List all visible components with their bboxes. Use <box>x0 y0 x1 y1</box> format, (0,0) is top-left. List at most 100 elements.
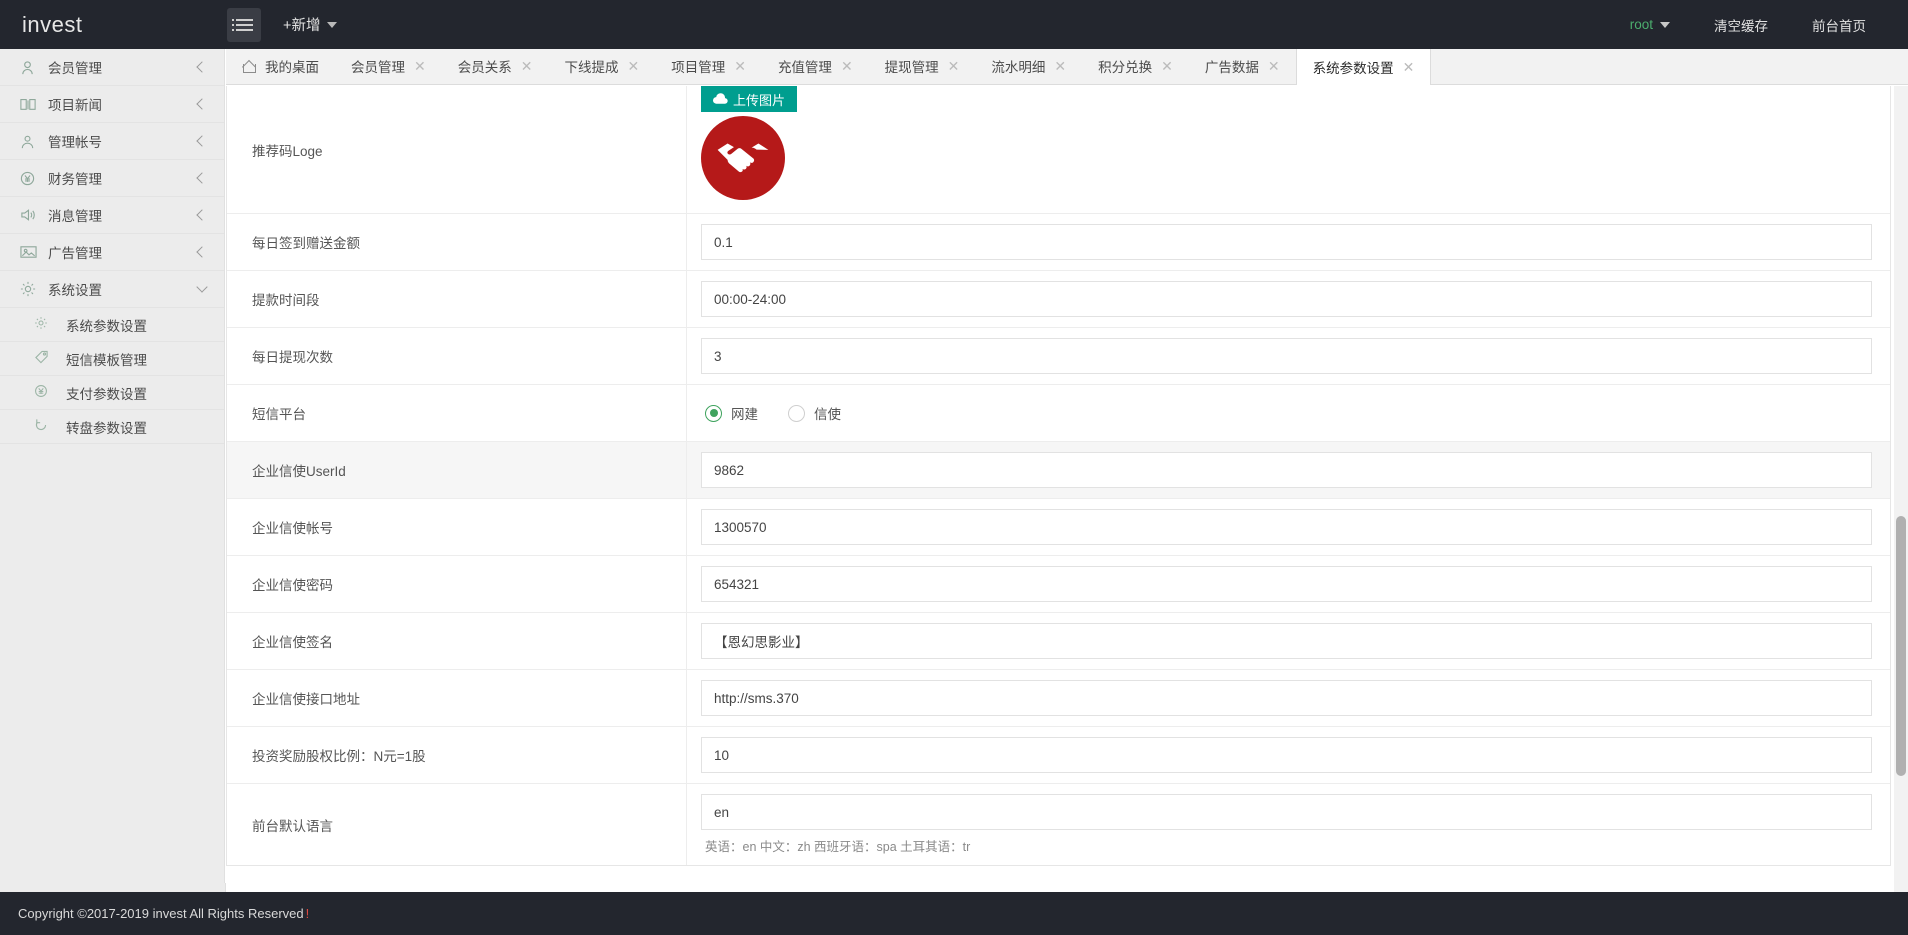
close-icon[interactable]: ✕ <box>948 59 960 73</box>
tab-label: 下线提成 <box>564 56 618 76</box>
form-value: 网建 信使 <box>687 385 1890 441</box>
form-row-referral-logo: 推荐码Loge 上传图片 <box>227 86 1890 214</box>
tab-recharge-management[interactable]: 充值管理 ✕ <box>762 48 869 84</box>
sidebar-item-label: 消息管理 <box>42 205 198 225</box>
tab-system-params-settings[interactable]: 系统参数设置 ✕ <box>1296 48 1432 85</box>
tag-icon <box>34 350 58 367</box>
settings-form: 推荐码Loge 上传图片 <box>226 86 1891 866</box>
upload-image-button[interactable]: 上传图片 <box>701 86 797 112</box>
yuan-circle-icon <box>20 171 42 186</box>
sidebar-item-label: 会员管理 <box>42 57 198 77</box>
sidebar-nav: 会员管理 项目新闻 管理帐号 财务管理 <box>0 49 225 892</box>
sidebar-subitem-wheel-params[interactable]: 转盘参数设置 <box>0 410 224 444</box>
book-icon <box>20 97 42 111</box>
form-row-equity-ratio: 投资奖励股权比例：N元=1股 <box>227 727 1890 784</box>
page-footer: Copyright ©2017-2019 invest All Rights R… <box>0 892 1908 935</box>
user-circle-icon <box>20 134 42 149</box>
sidebar-subitem-system-params[interactable]: 系统参数设置 <box>0 308 224 342</box>
form-value <box>687 499 1890 555</box>
chevron-down-icon <box>196 281 207 292</box>
sms-userid-input[interactable] <box>701 452 1872 488</box>
form-row-sms-password: 企业信使密码 <box>227 556 1890 613</box>
sidebar-item-label: 管理帐号 <box>42 131 198 151</box>
close-icon[interactable]: ✕ <box>627 59 639 73</box>
close-icon[interactable]: ✕ <box>1054 59 1066 73</box>
daily-withdraw-count-input[interactable] <box>701 338 1872 374</box>
gear-icon <box>20 281 42 297</box>
footer-accent-mark: ! <box>306 906 310 921</box>
form-row-sms-account: 企业信使帐号 <box>227 499 1890 556</box>
tab-project-management[interactable]: 项目管理 ✕ <box>655 48 762 84</box>
form-value <box>687 328 1890 384</box>
user-name-label: root <box>1630 17 1653 32</box>
sidebar-subitem-label: 支付参数设置 <box>58 383 147 403</box>
tab-withdraw-management[interactable]: 提现管理 ✕ <box>869 48 976 84</box>
close-icon[interactable]: ✕ <box>841 59 853 73</box>
form-row-withdraw-time-range: 提款时间段 <box>227 271 1890 328</box>
form-label: 投资奖励股权比例：N元=1股 <box>227 727 687 783</box>
sidebar-item-admin-account[interactable]: 管理帐号 <box>0 123 224 160</box>
sms-platform-option-wangjian[interactable]: 网建 <box>705 403 758 423</box>
form-label: 企业信使签名 <box>227 613 687 669</box>
sms-password-input[interactable] <box>701 566 1872 602</box>
default-language-input[interactable] <box>701 794 1872 830</box>
equity-ratio-input[interactable] <box>701 737 1872 773</box>
sidebar-item-member-management[interactable]: 会员管理 <box>0 49 224 86</box>
close-icon[interactable]: ✕ <box>1161 59 1173 73</box>
tab-label: 积分兑换 <box>1098 56 1152 76</box>
close-icon[interactable]: ✕ <box>521 59 533 73</box>
chevron-left-icon <box>196 172 207 183</box>
image-icon <box>20 245 42 259</box>
chevron-left-icon <box>196 246 207 257</box>
close-icon[interactable]: ✕ <box>734 59 746 73</box>
form-label: 企业信使接口地址 <box>227 670 687 726</box>
clear-cache-button[interactable]: 清空缓存 <box>1692 0 1790 49</box>
sidebar-item-finance-management[interactable]: 财务管理 <box>0 160 224 197</box>
close-icon[interactable]: ✕ <box>414 59 426 73</box>
content-scrollbar-thumb[interactable] <box>1896 516 1906 776</box>
sms-platform-radio-group: 网建 信使 <box>701 403 1872 423</box>
sidebar-item-project-news[interactable]: 项目新闻 <box>0 86 224 123</box>
tab-my-desktop[interactable]: 我的桌面 <box>226 48 335 84</box>
content-scrollbar[interactable] <box>1894 86 1908 892</box>
gear-small-icon <box>34 316 58 333</box>
sidebar-subitem-payment-params[interactable]: 支付参数设置 <box>0 376 224 410</box>
chevron-left-icon <box>196 98 207 109</box>
tab-label: 会员关系 <box>458 56 512 76</box>
radio-label: 网建 <box>731 403 758 423</box>
sidebar-item-label: 财务管理 <box>42 168 198 188</box>
chevron-left-icon <box>196 135 207 146</box>
form-row-sms-userid: 企业信使UserId <box>227 442 1890 499</box>
refresh-icon <box>34 418 58 435</box>
tab-points-exchange[interactable]: 积分兑换 ✕ <box>1082 48 1189 84</box>
tab-member-relations[interactable]: 会员关系 ✕ <box>442 48 549 84</box>
chevron-left-icon <box>196 61 207 72</box>
tab-label: 广告数据 <box>1205 56 1259 76</box>
tab-member-management[interactable]: 会员管理 ✕ <box>335 48 442 84</box>
main-content-area: 推荐码Loge 上传图片 <box>226 86 1908 892</box>
sms-api-url-input[interactable] <box>701 680 1872 716</box>
form-label: 每日提现次数 <box>227 328 687 384</box>
withdraw-time-range-input[interactable] <box>701 281 1872 317</box>
sidebar-item-message-management[interactable]: 消息管理 <box>0 197 224 234</box>
front-page-link[interactable]: 前台首页 <box>1790 0 1888 49</box>
form-label: 短信平台 <box>227 385 687 441</box>
form-value <box>687 442 1890 498</box>
tab-ad-data[interactable]: 广告数据 ✕ <box>1189 48 1296 84</box>
sidebar-subitem-sms-template[interactable]: 短信模板管理 <box>0 342 224 376</box>
sms-platform-option-xinshi[interactable]: 信使 <box>788 403 841 423</box>
sidebar-item-ad-management[interactable]: 广告管理 <box>0 234 224 271</box>
sms-signature-input[interactable] <box>701 623 1872 659</box>
sidebar-toggle-button[interactable] <box>227 8 261 42</box>
close-icon[interactable]: ✕ <box>1403 60 1415 74</box>
close-icon[interactable]: ✕ <box>1268 59 1280 73</box>
speaker-icon <box>20 208 42 222</box>
daily-signin-bonus-input[interactable] <box>701 224 1872 260</box>
tab-transaction-details[interactable]: 流水明细 ✕ <box>975 48 1082 84</box>
referral-logo-image[interactable] <box>701 116 785 200</box>
user-menu-button[interactable]: root <box>1608 0 1692 49</box>
tab-downline-commission[interactable]: 下线提成 ✕ <box>548 48 655 84</box>
add-menu-button[interactable]: +新增 <box>283 14 337 35</box>
sms-account-input[interactable] <box>701 509 1872 545</box>
sidebar-item-system-settings[interactable]: 系统设置 <box>0 271 224 308</box>
